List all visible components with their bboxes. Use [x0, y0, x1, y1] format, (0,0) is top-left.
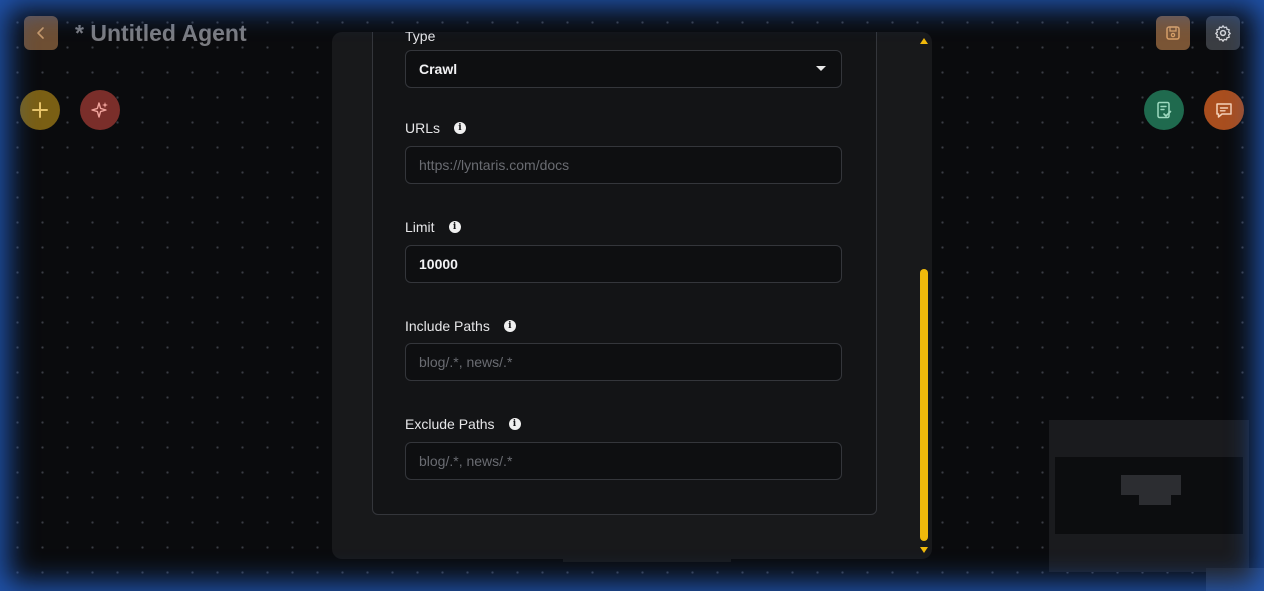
node-config-panel: Type Crawl URLs i https://lyntaris.com/d…: [332, 32, 932, 559]
add-node-button[interactable]: [20, 90, 60, 130]
generate-button[interactable]: [80, 90, 120, 130]
info-icon[interactable]: i: [508, 418, 521, 430]
info-icon[interactable]: i: [448, 221, 461, 233]
exclude-paths-input[interactable]: blog/.*, news/.*: [405, 442, 842, 480]
include-paths-placeholder: blog/.*, news/.*: [419, 354, 513, 370]
chevron-left-icon: [37, 27, 44, 39]
exclude-paths-placeholder: blog/.*, news/.*: [419, 453, 513, 469]
minimap-node: [1121, 475, 1181, 495]
include-paths-label: Include Paths i: [405, 316, 516, 336]
back-button[interactable]: [24, 16, 58, 50]
settings-button[interactable]: [1206, 16, 1240, 50]
urls-placeholder: https://lyntaris.com/docs: [419, 157, 570, 173]
gear-icon: [1215, 25, 1231, 42]
save-button[interactable]: [1156, 16, 1190, 50]
panel-scrollbar[interactable]: [920, 32, 930, 559]
urls-label: URLs i: [405, 118, 467, 138]
agent-title: * Untitled Agent: [75, 20, 247, 46]
info-icon[interactable]: i: [454, 122, 467, 134]
save-icon: [1166, 26, 1180, 40]
type-label: Type: [405, 32, 436, 44]
caret-down-icon: [816, 66, 826, 71]
info-icon[interactable]: i: [503, 320, 516, 332]
scroll-down-arrow-icon[interactable]: [920, 547, 928, 553]
include-paths-input[interactable]: blog/.*, news/.*: [405, 343, 842, 381]
type-select[interactable]: Crawl: [405, 50, 842, 88]
scrollbar-thumb[interactable]: [920, 269, 928, 541]
scroll-up-arrow-icon[interactable]: [920, 38, 928, 44]
checklist-icon: [1157, 101, 1172, 119]
minimap-controls[interactable]: [1206, 568, 1264, 591]
limit-input[interactable]: 10000: [405, 245, 842, 283]
validate-button[interactable]: [1144, 90, 1184, 130]
plus-icon: [32, 102, 48, 118]
urls-input[interactable]: https://lyntaris.com/docs: [405, 146, 842, 184]
type-select-value: Crawl: [419, 61, 458, 77]
minimap-viewport: [1055, 457, 1243, 534]
limit-value: 10000: [419, 256, 458, 272]
minimap-node: [1139, 495, 1171, 505]
chat-button[interactable]: [1204, 90, 1244, 130]
minimap[interactable]: [1049, 420, 1249, 572]
sparkles-icon: [91, 102, 108, 118]
chat-icon: [1216, 103, 1232, 118]
exclude-paths-label: Exclude Paths i: [405, 414, 521, 434]
limit-label: Limit i: [405, 217, 461, 237]
config-form: Type Crawl URLs i https://lyntaris.com/d…: [372, 32, 877, 515]
